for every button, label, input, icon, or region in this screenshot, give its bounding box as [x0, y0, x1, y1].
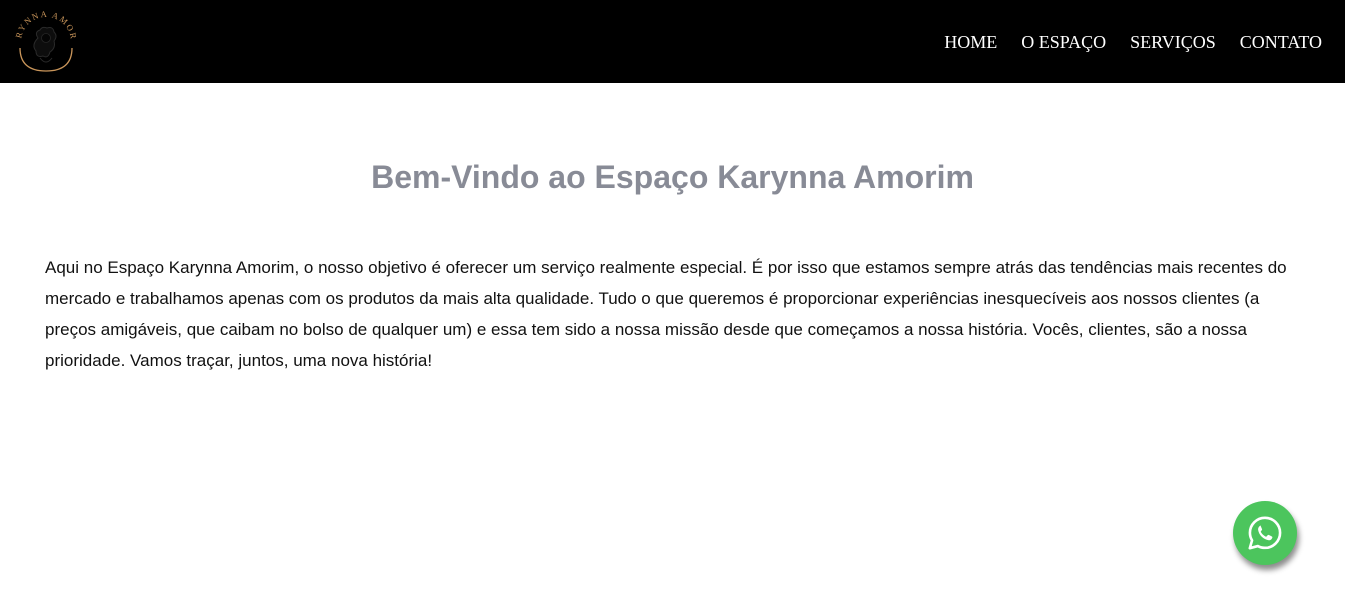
- whatsapp-icon: [1248, 516, 1282, 550]
- whatsapp-button[interactable]: [1233, 501, 1297, 565]
- nav-servicos[interactable]: SERVIÇOS: [1130, 33, 1216, 51]
- logo-emblem-icon: KARYNNA AMORIM: [12, 8, 77, 72]
- main-nav: HOME O ESPAÇO SERVIÇOS CONTATO: [944, 0, 1322, 83]
- logo[interactable]: KARYNNA AMORIM: [12, 8, 80, 76]
- nav-o-espaco[interactable]: O ESPAÇO: [1021, 33, 1106, 51]
- page-title: Bem-Vindo ao Espaço Karynna Amorim: [371, 159, 974, 195]
- nav-home[interactable]: HOME: [944, 33, 997, 51]
- nav-contato[interactable]: CONTATO: [1240, 33, 1322, 51]
- site-header: KARYNNA AMORIM HOME O ESPAÇO SERVIÇOS CO…: [0, 0, 1345, 83]
- intro-paragraph: Aqui no Espaço Karynna Amorim, o nosso o…: [45, 258, 1287, 370]
